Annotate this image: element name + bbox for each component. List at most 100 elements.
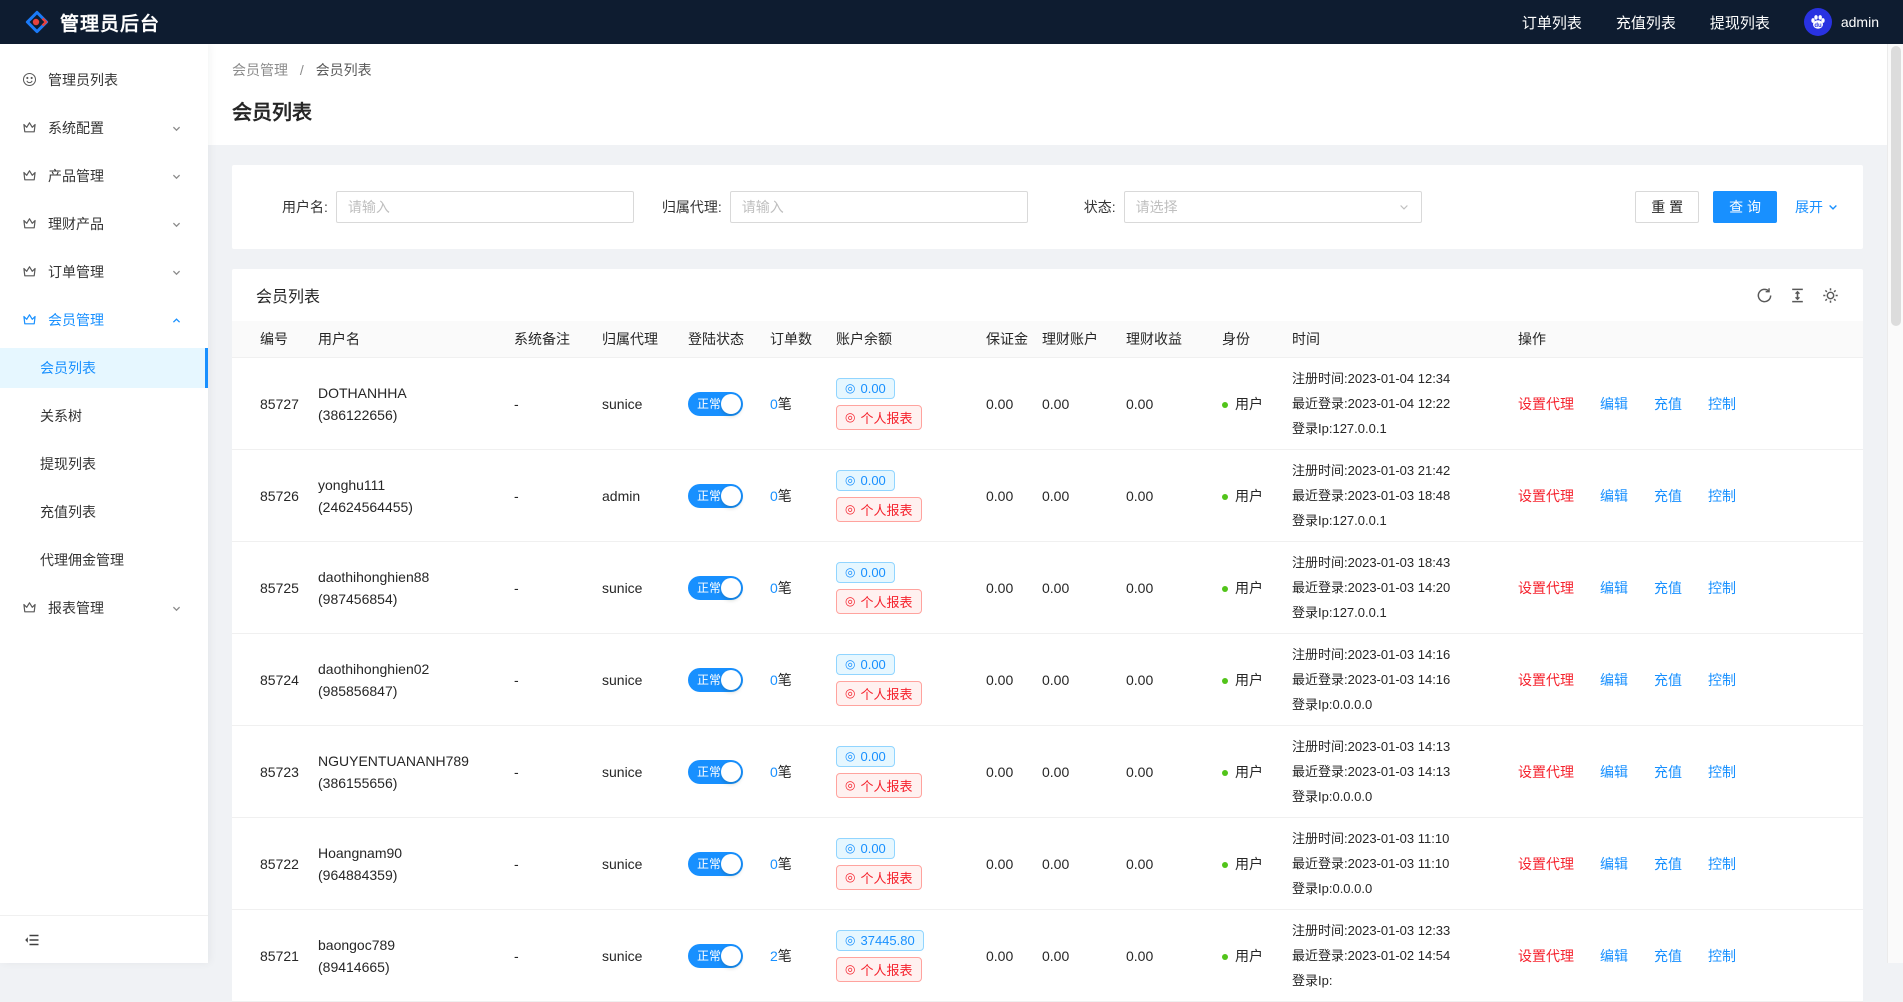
breadcrumb-current: 会员列表 [316,62,372,78]
recharge-link[interactable]: 充值 [1654,488,1682,504]
set-agent-link[interactable]: 设置代理 [1518,948,1574,964]
personal-report-badge[interactable]: ◎个人报表 [836,589,922,614]
set-agent-link[interactable]: 设置代理 [1518,856,1574,872]
personal-report-badge[interactable]: ◎个人报表 [836,865,922,890]
table-row: 85726 yonghu111 (24624564455) - admin 正常… [232,450,1863,542]
edit-link[interactable]: 编辑 [1600,396,1628,412]
sidebar-subitem-agent-commission[interactable]: 代理佣金管理 [0,540,208,580]
control-link[interactable]: 控制 [1708,396,1736,412]
user-menu[interactable]: du admin [1804,8,1879,36]
cell-finance-account: 0.00 [1034,542,1118,634]
search-button[interactable]: 查 询 [1713,191,1777,223]
filter-status: 状态: 请选择 [1084,191,1422,223]
status-filter-select[interactable]: 请选择 [1124,191,1422,223]
personal-report-badge[interactable]: ◎个人报表 [836,497,922,522]
recharge-link[interactable]: 充值 [1654,396,1682,412]
sidebar-subitem-member-list[interactable]: 会员列表 [0,348,208,388]
balance-badge[interactable]: ◎0.00 [836,654,895,675]
cell-actions: 设置代理 编辑 充值 控制 [1510,634,1863,726]
cell-margin: 0.00 [978,910,1034,1002]
last-login-time: 2023-01-03 18:48 [1348,488,1451,503]
edit-link[interactable]: 编辑 [1600,672,1628,688]
sidebar-item-member-management[interactable]: 会员管理 [0,300,208,340]
status-toggle[interactable]: 正常 [688,760,743,784]
status-toggle[interactable]: 正常 [688,484,743,508]
control-link[interactable]: 控制 [1708,672,1736,688]
sidebar-subitem-recharge-list[interactable]: 充值列表 [0,492,208,532]
personal-report-badge[interactable]: ◎个人报表 [836,957,922,982]
recharge-link[interactable]: 充值 [1654,580,1682,596]
edit-link[interactable]: 编辑 [1600,856,1628,872]
orders-suffix: 笔 [778,396,792,412]
control-link[interactable]: 控制 [1708,856,1736,872]
main-content: 会员管理 / 会员列表 会员列表 用户名: 归属代理: 状态: 请选择 重 置 [208,44,1887,1002]
sidebar-subitem-relation-tree[interactable]: 关系树 [0,396,208,436]
status-toggle[interactable]: 正常 [688,852,743,876]
cell-agent: admin [594,450,680,542]
control-link[interactable]: 控制 [1708,948,1736,964]
control-link[interactable]: 控制 [1708,764,1736,780]
sidebar-item-system-config[interactable]: 系统配置 [0,108,208,148]
balance-badge[interactable]: ◎0.00 [836,470,895,491]
personal-report-label: 个人报表 [860,960,912,979]
set-agent-link[interactable]: 设置代理 [1518,764,1574,780]
set-agent-link[interactable]: 设置代理 [1518,672,1574,688]
edit-link[interactable]: 编辑 [1600,580,1628,596]
sidebar-item-finance-products[interactable]: 理财产品 [0,204,208,244]
cell-status: 正常 [680,818,762,910]
agent-filter-input[interactable] [730,191,1028,223]
column-height-icon[interactable] [1789,287,1806,304]
online-status-dot [1222,862,1228,868]
breadcrumb-section[interactable]: 会员管理 [232,62,288,78]
status-toggle[interactable]: 正常 [688,392,743,416]
settings-gear-icon[interactable] [1822,287,1839,304]
personal-report-badge[interactable]: ◎个人报表 [836,773,922,798]
edit-link[interactable]: 编辑 [1600,764,1628,780]
orders-count: 0 [770,856,778,872]
status-toggle[interactable]: 正常 [688,576,743,600]
register-time: 2023-01-04 12:34 [1348,371,1451,386]
online-status-dot [1222,678,1228,684]
account-number-text: (964884359) [318,864,498,886]
page-scrollbar[interactable] [1887,44,1903,963]
balance-badge[interactable]: ◎0.00 [836,562,895,583]
recharge-link[interactable]: 充值 [1654,764,1682,780]
reset-button[interactable]: 重 置 [1635,191,1699,223]
balance-badge[interactable]: ◎0.00 [836,746,895,767]
topbar-link-order-list[interactable]: 订单列表 [1522,12,1582,33]
sidebar-item-product-management[interactable]: 产品管理 [0,156,208,196]
personal-report-badge[interactable]: ◎个人报表 [836,681,922,706]
recharge-link[interactable]: 充值 [1654,856,1682,872]
sidebar-item-admin-list[interactable]: 管理员列表 [0,60,208,100]
set-agent-link[interactable]: 设置代理 [1518,580,1574,596]
topbar-link-withdraw-list[interactable]: 提现列表 [1710,12,1770,33]
recharge-link[interactable]: 充值 [1654,948,1682,964]
balance-badge[interactable]: ◎0.00 [836,838,895,859]
status-toggle[interactable]: 正常 [688,944,743,968]
sidebar-subitem-withdraw-list[interactable]: 提现列表 [0,444,208,484]
control-link[interactable]: 控制 [1708,580,1736,596]
orders-count: 2 [770,948,778,964]
scrollbar-thumb[interactable] [1891,46,1901,326]
cell-username: yonghu111 (24624564455) [310,450,506,542]
cell-actions: 设置代理 编辑 充值 控制 [1510,910,1863,1002]
edit-link[interactable]: 编辑 [1600,488,1628,504]
expand-link[interactable]: 展开 [1795,197,1839,217]
sidebar-item-order-management[interactable]: 订单管理 [0,252,208,292]
refresh-icon[interactable] [1756,287,1773,304]
balance-badge[interactable]: ◎37445.80 [836,930,924,951]
recharge-link[interactable]: 充值 [1654,672,1682,688]
sidebar-item-report-management[interactable]: 报表管理 [0,588,208,628]
menu-fold-icon[interactable] [24,932,40,948]
set-agent-link[interactable]: 设置代理 [1518,396,1574,412]
edit-link[interactable]: 编辑 [1600,948,1628,964]
control-link[interactable]: 控制 [1708,488,1736,504]
orders-suffix: 笔 [778,856,792,872]
username-filter-input[interactable] [336,191,634,223]
set-agent-link[interactable]: 设置代理 [1518,488,1574,504]
status-toggle[interactable]: 正常 [688,668,743,692]
topbar-link-recharge-list[interactable]: 充值列表 [1616,12,1676,33]
cell-time: 注册时间:2023-01-03 14:16 最近登录:2023-01-03 14… [1284,634,1510,726]
balance-badge[interactable]: ◎0.00 [836,378,895,399]
personal-report-badge[interactable]: ◎个人报表 [836,405,922,430]
